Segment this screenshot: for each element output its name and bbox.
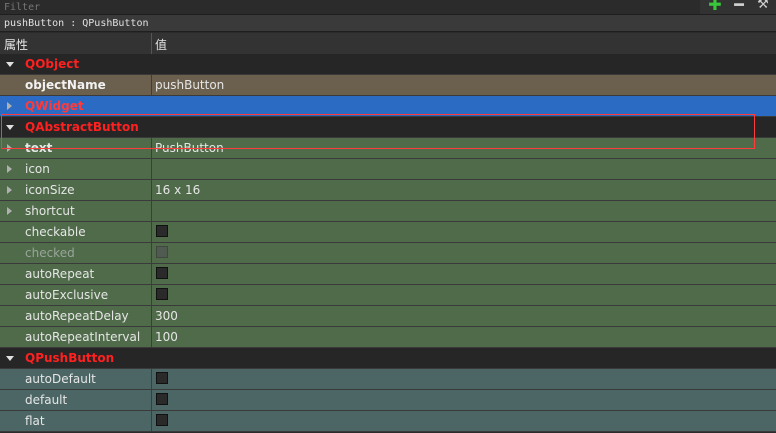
property-name: iconSize <box>25 183 75 197</box>
property-name: checked <box>25 246 75 260</box>
category-label: QAbstractButton <box>25 120 139 134</box>
plus-icon[interactable]: ✚ <box>706 0 724 14</box>
column-divider <box>151 285 152 305</box>
header-value[interactable]: 值 <box>155 36 167 53</box>
column-divider <box>151 306 152 326</box>
property-row-text[interactable]: text PushButton <box>0 138 776 159</box>
flat-checkbox[interactable] <box>156 414 168 426</box>
default-checkbox[interactable] <box>156 393 168 405</box>
column-divider <box>151 264 152 284</box>
property-name: text <box>25 141 53 155</box>
property-name: autoRepeatInterval <box>25 330 141 344</box>
column-divider <box>151 369 152 389</box>
column-divider <box>151 327 152 347</box>
header-divider[interactable] <box>151 33 152 54</box>
property-name: flat <box>25 414 45 428</box>
filter-input[interactable] <box>0 0 700 14</box>
property-name: autoRepeat <box>25 267 95 281</box>
category-qwidget[interactable]: QWidget <box>0 96 776 117</box>
autorepeat-checkbox[interactable] <box>156 267 168 279</box>
property-row-autorepeatinterval[interactable]: autoRepeatInterval 100 <box>0 327 776 348</box>
category-label: QObject <box>25 57 80 71</box>
property-row-default[interactable]: default <box>0 390 776 411</box>
property-name: checkable <box>25 225 86 239</box>
autodefault-checkbox[interactable] <box>156 372 168 384</box>
table-header: 属性 值 <box>0 33 776 55</box>
property-value[interactable]: pushButton <box>155 78 224 92</box>
expand-arrow-icon[interactable] <box>7 207 12 215</box>
property-row-autorepeat[interactable]: autoRepeat <box>0 264 776 285</box>
category-qobject[interactable]: QObject <box>0 54 776 75</box>
property-value[interactable]: PushButton <box>155 141 224 155</box>
collapse-arrow-icon[interactable] <box>6 62 14 67</box>
minus-icon[interactable]: ━ <box>730 0 748 14</box>
expand-arrow-icon[interactable] <box>7 144 12 152</box>
wrench-icon[interactable]: ⚒ <box>754 0 772 14</box>
header-property[interactable]: 属性 <box>4 36 28 53</box>
collapse-arrow-icon[interactable] <box>6 125 14 130</box>
property-row-objectname[interactable]: objectName pushButton <box>0 75 776 96</box>
category-label: QWidget <box>25 99 84 113</box>
property-value[interactable]: 300 <box>155 309 178 323</box>
property-name: autoDefault <box>25 372 96 386</box>
property-name: autoRepeatDelay <box>25 309 129 323</box>
object-class-label: pushButton : QPushButton <box>0 15 776 32</box>
checked-checkbox <box>156 246 168 258</box>
property-row-checked[interactable]: checked <box>0 243 776 264</box>
property-name: default <box>25 393 68 407</box>
property-row-autorepeatdelay[interactable]: autoRepeatDelay 300 <box>0 306 776 327</box>
expand-arrow-icon[interactable] <box>7 186 12 194</box>
property-row-icon[interactable]: icon <box>0 159 776 180</box>
category-qpushbutton[interactable]: QPushButton <box>0 348 776 369</box>
collapse-arrow-icon[interactable] <box>6 356 14 361</box>
property-row-autoexclusive[interactable]: autoExclusive <box>0 285 776 306</box>
property-name: icon <box>25 162 50 176</box>
property-name: objectName <box>25 78 106 92</box>
column-divider <box>151 201 152 221</box>
column-divider <box>151 411 152 431</box>
column-divider <box>151 180 152 200</box>
property-row-shortcut[interactable]: shortcut <box>0 201 776 222</box>
property-row-autodefault[interactable]: autoDefault <box>0 369 776 390</box>
property-row-flat[interactable]: flat <box>0 411 776 432</box>
category-qabstractbutton[interactable]: QAbstractButton <box>0 117 776 138</box>
column-divider <box>151 138 152 158</box>
property-name: shortcut <box>25 204 75 218</box>
filter-bar: ✚ ━ ⚒ <box>0 0 776 15</box>
column-divider <box>151 159 152 179</box>
category-label: QPushButton <box>25 351 115 365</box>
column-divider <box>151 243 152 263</box>
column-divider <box>151 390 152 410</box>
column-divider <box>151 222 152 242</box>
checkable-checkbox[interactable] <box>156 225 168 237</box>
autoexclusive-checkbox[interactable] <box>156 288 168 300</box>
property-row-checkable[interactable]: checkable <box>0 222 776 243</box>
property-tree: QObject objectName pushButton QWidget QA… <box>0 54 776 432</box>
expand-arrow-icon[interactable] <box>7 165 12 173</box>
property-name: autoExclusive <box>25 288 109 302</box>
column-divider <box>151 75 152 95</box>
expand-arrow-icon[interactable] <box>7 102 12 110</box>
property-value[interactable]: 16 x 16 <box>155 183 200 197</box>
property-row-iconsize[interactable]: iconSize 16 x 16 <box>0 180 776 201</box>
property-value[interactable]: 100 <box>155 330 178 344</box>
